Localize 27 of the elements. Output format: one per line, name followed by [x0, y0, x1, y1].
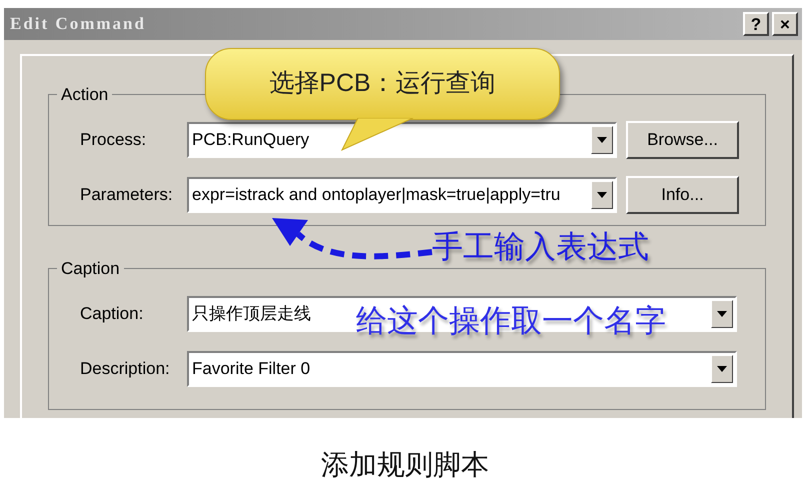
dialog-button[interactable]: Info...	[626, 176, 739, 214]
caret-icon	[597, 192, 607, 198]
help-button[interactable]: ?	[743, 12, 769, 36]
field-label: Process:	[80, 129, 148, 152]
dropdown-button[interactable]	[711, 355, 733, 383]
combo-field[interactable]: expr=istrack and ontoplayer|mask=true|apply=tru	[187, 177, 617, 213]
caret-icon	[717, 311, 727, 317]
close-button[interactable]: ×	[772, 12, 798, 36]
field-value: expr=istrack and ontoplayer|mask=true|apply=tru	[192, 184, 560, 206]
field-label: Description:	[80, 358, 171, 380]
field-value: PCB:RunQuery	[192, 129, 310, 152]
caret-icon	[717, 366, 727, 372]
annotation-label: 手工输入表达式	[432, 231, 649, 262]
dropdown-button[interactable]	[591, 126, 613, 154]
combo-field[interactable]: PCB:RunQuery	[187, 122, 617, 158]
dialog-button[interactable]: Browse...	[626, 121, 739, 159]
window-title: Edit Command	[10, 13, 146, 36]
field-label: Caption:	[80, 303, 144, 326]
caret-icon	[597, 137, 607, 143]
dropdown-button[interactable]	[591, 181, 613, 209]
field-label: Parameters:	[80, 184, 174, 206]
combo-field[interactable]: Favorite Filter 0	[187, 351, 737, 387]
dropdown-button[interactable]	[711, 300, 733, 328]
field-value: 只操作顶层走线	[192, 303, 311, 326]
callout-text: 选择PCB：运行查询	[269, 68, 496, 100]
field-value: Favorite Filter 0	[192, 358, 310, 380]
figure-caption: 添加规则脚本	[321, 448, 489, 482]
